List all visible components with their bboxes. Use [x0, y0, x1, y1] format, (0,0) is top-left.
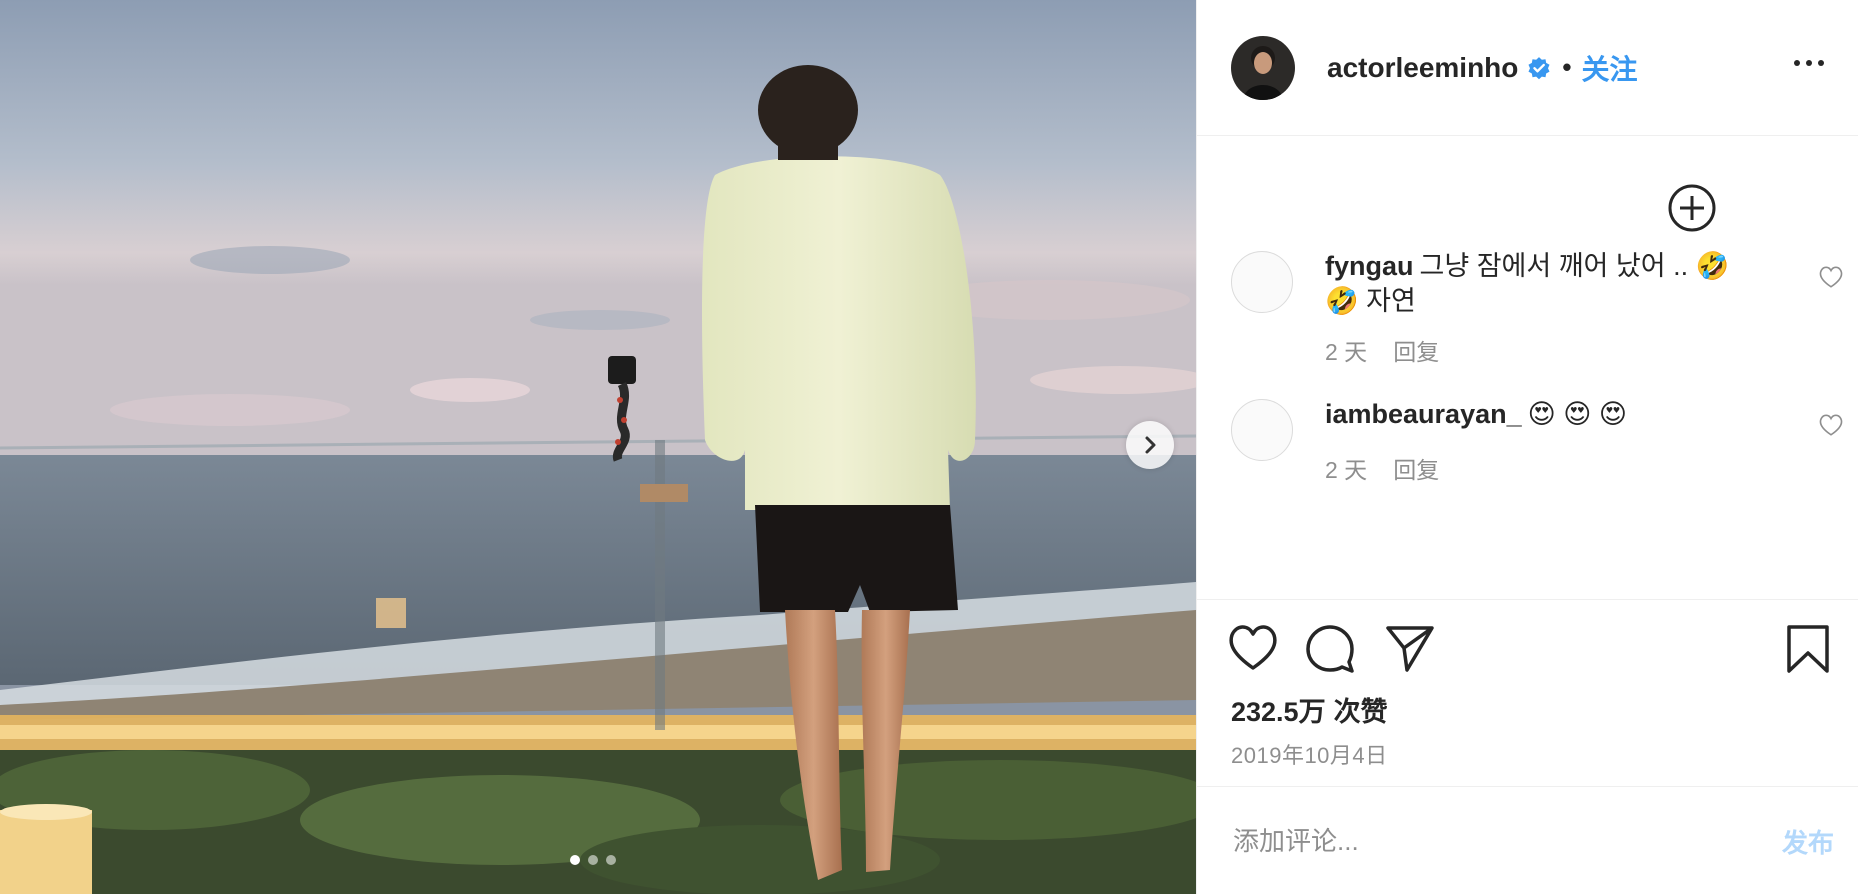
more-options-icon[interactable]: [1786, 52, 1832, 74]
verified-badge-icon: [1526, 55, 1552, 81]
likes-unit: 次赞: [1333, 697, 1388, 727]
instagram-post: actorleeminho • 关注 fyngau 그냥 잠에서 깨어 났어 .…: [0, 0, 1858, 894]
save-bookmark-icon[interactable]: [1786, 624, 1830, 679]
like-heart-icon[interactable]: [1227, 624, 1279, 677]
post-actions: 232.5万 次赞 2019年10月4日: [1197, 599, 1858, 787]
header-separator: •: [1562, 52, 1572, 82]
comment-time: 2 天: [1325, 339, 1368, 365]
comment-meta: 2 天 回复: [1325, 333, 1439, 367]
plus-circle-icon: [1668, 184, 1716, 232]
post-header: actorleeminho • 关注: [1197, 0, 1858, 136]
commenter-username[interactable]: fyngau: [1325, 251, 1414, 281]
commenter-avatar[interactable]: [1231, 399, 1293, 461]
next-image-button[interactable]: [1126, 421, 1174, 469]
share-direct-icon[interactable]: [1385, 624, 1435, 677]
comment-input[interactable]: [1231, 817, 1735, 865]
post-comment-button[interactable]: 发布: [1782, 823, 1834, 860]
commenter-avatar[interactable]: [1231, 251, 1293, 313]
comment-composer: 发布: [1197, 786, 1858, 895]
comment-like-icon[interactable]: [1818, 265, 1844, 294]
comment-meta: 2 天 回复: [1325, 451, 1439, 485]
carousel-dot: [588, 855, 598, 865]
comment-bubble-icon[interactable]: [1305, 624, 1355, 679]
carousel-dot: [606, 855, 616, 865]
avatar-image: [1231, 35, 1295, 100]
follow-button[interactable]: 关注: [1582, 48, 1638, 88]
comment-like-icon[interactable]: [1818, 413, 1844, 442]
reply-button[interactable]: 回复: [1393, 333, 1439, 367]
carousel-indicator: [570, 855, 616, 865]
carousel-dot: [570, 855, 580, 865]
likes-number: 232.5万: [1231, 697, 1326, 727]
comments-list: fyngau 그냥 잠에서 깨어 났어 .. 🤣🤣 자연 2 天 回复 iambe…: [1197, 137, 1858, 599]
post-photo: [0, 0, 1196, 894]
load-more-comments-button[interactable]: [1667, 183, 1717, 238]
action-bar: [1227, 624, 1830, 674]
comment-time: 2 天: [1325, 457, 1368, 483]
post-side-panel: actorleeminho • 关注 fyngau 그냥 잠에서 깨어 났어 .…: [1196, 0, 1858, 894]
likes-count[interactable]: 232.5万 次赞: [1231, 690, 1388, 729]
author-avatar[interactable]: [1231, 35, 1295, 100]
post-media[interactable]: [0, 0, 1196, 894]
comment-body: fyngau 그냥 잠에서 깨어 났어 .. 🤣🤣 자연: [1325, 249, 1745, 319]
comment-text: 😍 😍 😍: [1527, 399, 1628, 429]
commenter-username[interactable]: iambeaurayan_: [1325, 399, 1522, 429]
author-username[interactable]: actorleeminho: [1327, 52, 1518, 84]
post-date[interactable]: 2019年10月4日: [1231, 738, 1388, 770]
reply-button[interactable]: 回复: [1393, 451, 1439, 485]
chevron-right-icon: [1145, 436, 1156, 454]
comment-body: iambeaurayan_ 😍 😍 😍: [1325, 397, 1745, 432]
